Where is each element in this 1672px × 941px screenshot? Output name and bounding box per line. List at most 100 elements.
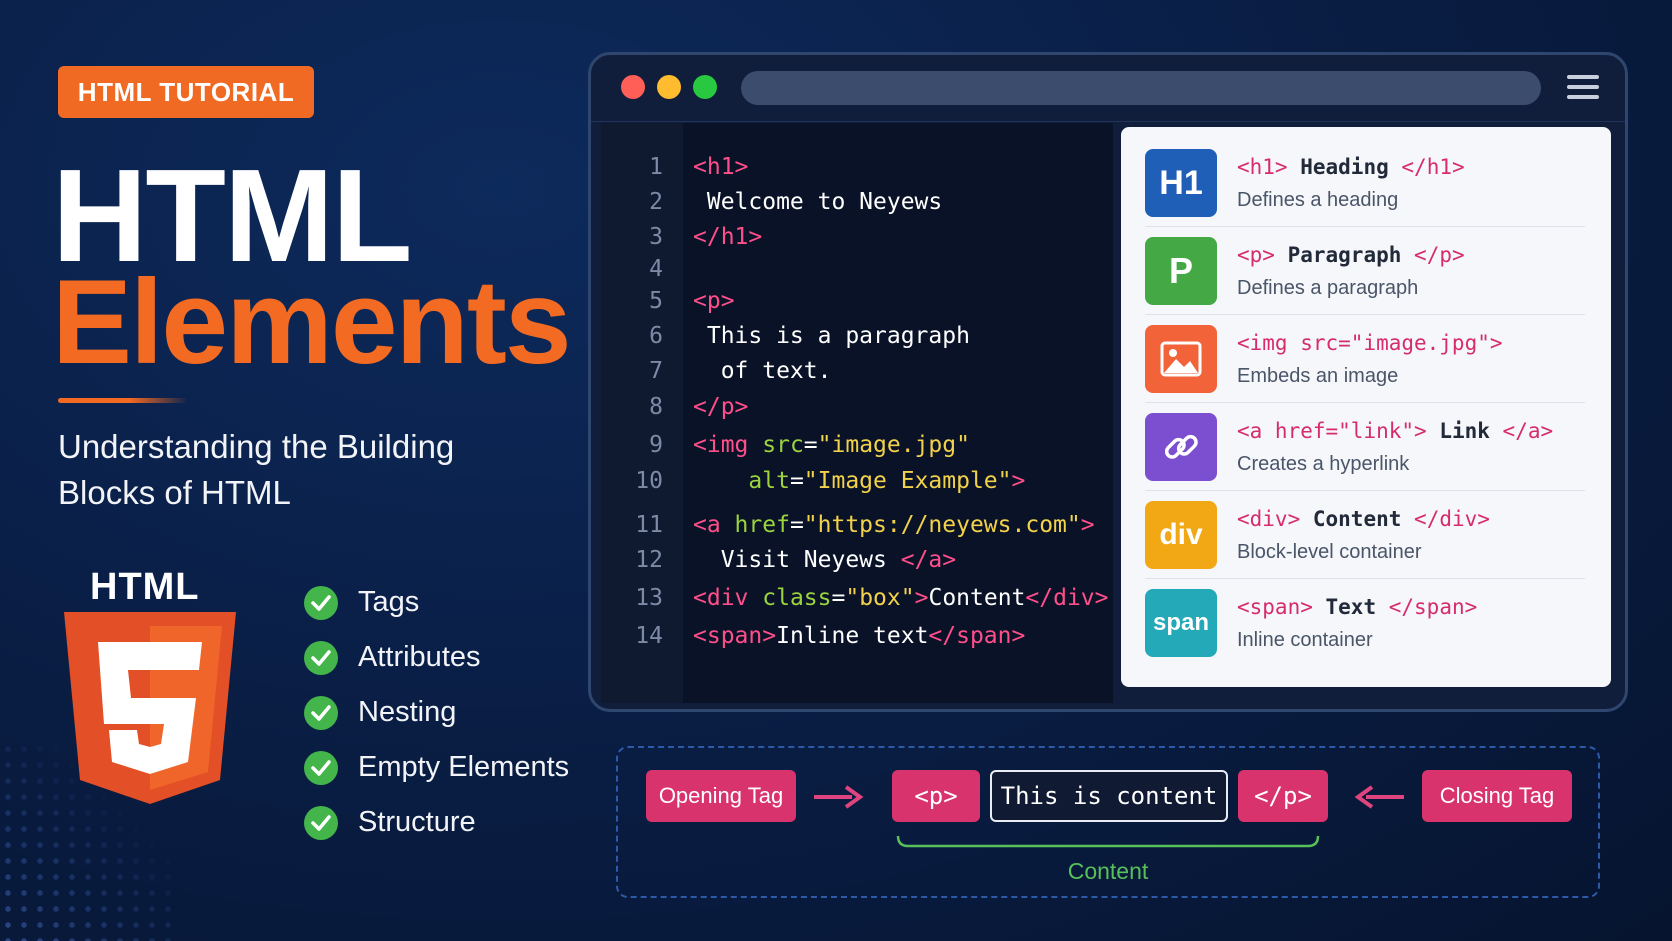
code-token: > — [1011, 468, 1026, 494]
line-number: 7 — [649, 358, 663, 384]
code-token: "https://neyews.com" — [803, 512, 1081, 538]
reference-description: Inline container — [1237, 629, 1373, 651]
checklist-item: Nesting — [304, 685, 569, 740]
code-text: This is a paragraph — [693, 320, 970, 352]
reference-description: Embeds an image — [1237, 365, 1399, 387]
address-bar[interactable] — [741, 71, 1541, 105]
element-badge-icon: span — [1145, 589, 1217, 657]
code-token: <p> — [693, 288, 735, 314]
checklist-item: Attributes — [304, 630, 569, 685]
element-badge-label: H1 — [1159, 163, 1203, 202]
code-token: of text. — [693, 358, 832, 384]
element-badge-label: div — [1159, 518, 1203, 551]
reference-row-link: <a href="link"> Link </a> Creates a hyper… — [1145, 403, 1585, 491]
content-label: Content — [618, 858, 1598, 885]
code-line: 10 alt="Image Example"> — [601, 465, 1113, 497]
reference-syntax: <div> Content </div> — [1237, 507, 1490, 531]
reference-open: <img src="image.jpg"> — [1237, 331, 1503, 355]
reference-open: <p> — [1237, 243, 1275, 267]
right-arrow-icon — [814, 785, 864, 809]
code-token: This is a paragraph — [693, 323, 970, 349]
line-number: 1 — [649, 154, 663, 180]
line-number: 12 — [635, 547, 663, 573]
line-number: 13 — [635, 585, 663, 611]
code-editor[interactable]: 1 <h1> 2 Welcome to Neyews 3 </h1> 4 5 <p> 6 Thi… — [601, 123, 1113, 703]
code-token: Welcome to Neyews — [693, 189, 943, 215]
checklist-item-label: Empty Elements — [358, 751, 570, 783]
subtitle-line-2: Blocks of HTML — [58, 474, 291, 511]
code-token: "Image Example" — [803, 468, 1012, 494]
checklist-item-label: Nesting — [358, 696, 457, 728]
code-token: <span> — [693, 623, 777, 649]
reference-syntax: <h1> Heading </h1> — [1237, 155, 1465, 179]
code-token: <a — [693, 512, 735, 538]
title-line-2: Elements — [52, 255, 572, 389]
code-token: "box" — [845, 585, 915, 611]
code-token: alt — [693, 468, 790, 494]
maximize-window-icon[interactable] — [693, 75, 717, 99]
opening-tag-label: Opening Tag — [646, 770, 796, 822]
open-tag-example: <p> — [892, 770, 980, 822]
reference-row-image: <img src="image.jpg"> Embeds an image — [1145, 315, 1585, 403]
toolbar-divider — [591, 121, 1625, 122]
element-reference-panel: H1 <h1> Heading </h1> Defines a heading P <p… — [1121, 127, 1611, 687]
reference-row-text: span <span> Text </span> Inline container — [1145, 579, 1585, 667]
code-text: <h1> — [693, 151, 748, 183]
code-text: <p> — [693, 285, 735, 317]
code-text: </p> — [693, 391, 748, 423]
code-line: 6 This is a paragraph — [601, 320, 1113, 352]
code-token: Content — [928, 585, 1026, 611]
reference-open: <h1> — [1237, 155, 1288, 179]
code-token: <div — [693, 585, 763, 611]
element-badge-icon: H1 — [1145, 149, 1217, 217]
code-text: </h1> — [693, 221, 762, 253]
element-badge-icon: P — [1145, 237, 1217, 305]
code-line: 12 Visit Neyews </a> — [601, 544, 1113, 576]
reference-close: </span> — [1388, 595, 1478, 619]
reference-syntax: <p> Paragraph </p> — [1237, 243, 1465, 267]
code-token: </h1> — [693, 224, 763, 250]
code-line: 7 of text. — [601, 355, 1113, 387]
code-line: 5 <p> — [601, 285, 1113, 317]
title-underline — [58, 398, 188, 403]
code-token: Inline text — [776, 623, 929, 649]
code-token: = — [803, 432, 818, 458]
reference-name: Paragraph — [1287, 243, 1402, 267]
line-number: 11 — [635, 512, 663, 538]
check-icon — [304, 750, 338, 785]
reference-syntax: <img src="image.jpg"> — [1237, 331, 1503, 355]
close-window-icon[interactable] — [621, 75, 645, 99]
line-number: 10 — [635, 468, 663, 494]
check-icon — [304, 640, 338, 675]
reference-description: Block-level container — [1237, 541, 1422, 563]
line-number: 3 — [649, 224, 663, 250]
reference-syntax: <span> Text </span> — [1237, 595, 1477, 619]
checklist-item: Empty Elements — [304, 740, 569, 795]
html5-logo-word: HTML — [90, 566, 200, 608]
checklist-item: Structure — [304, 795, 569, 850]
hamburger-menu-icon[interactable] — [1567, 75, 1599, 99]
code-token: > — [1080, 512, 1095, 538]
check-icon — [304, 805, 338, 840]
line-number: 2 — [649, 189, 663, 215]
reference-syntax: <a href="link"> Link </a> — [1237, 419, 1553, 443]
browser-window: 1 <h1> 2 Welcome to Neyews 3 </h1> 4 5 <p> 6 Thi… — [588, 52, 1628, 712]
code-token: = — [831, 585, 846, 611]
code-line: 14 <span>Inline text</span> — [601, 620, 1113, 652]
line-number: 4 — [649, 256, 663, 282]
subtitle: Understanding the Building Blocks of HTM… — [58, 424, 528, 516]
checklist-item-label: Tags — [358, 586, 420, 618]
reference-close: </h1> — [1401, 155, 1465, 179]
code-text: <span>Inline text</span> — [693, 620, 1025, 652]
reference-row-heading: H1 <h1> Heading </h1> Defines a heading — [1145, 139, 1585, 227]
line-number: 6 — [649, 323, 663, 349]
code-line: 3 </h1> — [601, 221, 1113, 253]
reference-close: </div> — [1414, 507, 1490, 531]
code-token: class — [762, 585, 832, 611]
code-token: href — [734, 512, 790, 538]
minimize-window-icon[interactable] — [657, 75, 681, 99]
code-line: 4 — [601, 253, 1113, 285]
line-number: 8 — [649, 394, 663, 420]
code-token: </p> — [693, 394, 749, 420]
code-token: "image.jpg" — [817, 432, 970, 458]
